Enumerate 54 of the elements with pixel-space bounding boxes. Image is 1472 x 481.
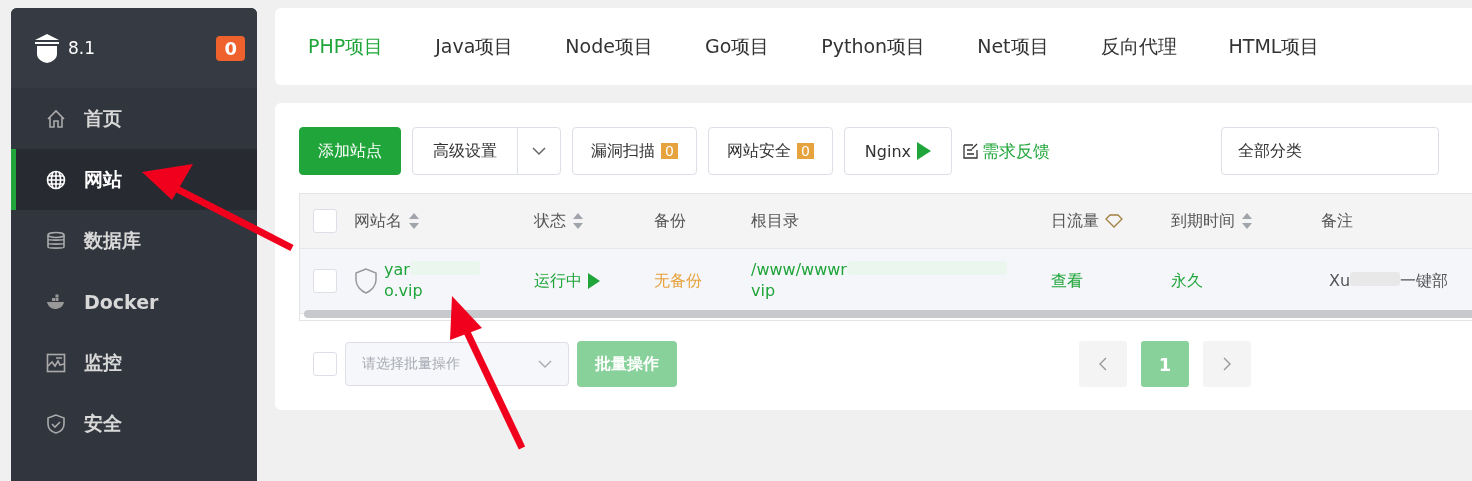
chevron-down-icon (531, 146, 547, 156)
scan-count: 0 (661, 143, 678, 159)
prev-page-button[interactable] (1079, 341, 1127, 387)
sidebar-item[interactable]: 网站 (11, 149, 257, 210)
sidebar-item[interactable]: 安全 (11, 393, 257, 454)
sidebar-item[interactable]: 首页 (11, 88, 257, 149)
site-security-button[interactable]: 网站安全 0 (707, 127, 833, 175)
category-select[interactable]: 全部分类 (1221, 127, 1440, 175)
project-tab[interactable]: Node项目 (565, 33, 653, 60)
server-address: 8.1 (68, 38, 97, 58)
batch-checkbox[interactable] (313, 352, 337, 376)
column-header: 网站名 (354, 210, 402, 232)
play-icon (588, 273, 600, 289)
home-icon (46, 108, 66, 129)
shield-icon (46, 413, 66, 434)
globe-icon (46, 169, 66, 190)
sort-icon[interactable] (572, 212, 584, 230)
waf-shield-icon (354, 268, 378, 294)
chevron-right-icon (1223, 356, 1231, 371)
sidebar-item[interactable]: Docker (11, 271, 257, 332)
advanced-settings-button[interactable]: 高级设置 (413, 128, 518, 174)
column-header: 备注 (1321, 210, 1353, 232)
sidebar-item[interactable]: 监控 (11, 332, 257, 393)
select-all-checkbox[interactable] (313, 209, 337, 233)
sort-icon[interactable] (1241, 212, 1253, 230)
vulnerability-scan-button[interactable]: 漏洞扫描 0 (572, 127, 697, 175)
nginx-button[interactable]: Nginx (843, 127, 953, 175)
security-count: 0 (796, 143, 814, 159)
column-header: 状态 (534, 210, 566, 232)
edit-icon (963, 143, 980, 159)
scrollbar[interactable] (304, 310, 1472, 318)
project-tab[interactable]: Net项目 (977, 33, 1049, 60)
row-checkbox[interactable] (313, 269, 337, 293)
column-header: 备份 (654, 210, 686, 232)
sort-icon[interactable] (408, 212, 420, 230)
sidebar-item[interactable]: 数据库 (11, 210, 257, 271)
column-header: 日流量 (1051, 210, 1099, 232)
database-icon (46, 230, 66, 251)
project-tab[interactable]: Go项目 (704, 33, 770, 60)
project-tab[interactable]: Python项目 (821, 33, 926, 60)
next-page-button[interactable] (1203, 341, 1251, 387)
play-icon (917, 142, 932, 160)
diamond-icon (1105, 214, 1123, 228)
chevron-down-icon (538, 360, 552, 368)
project-tab[interactable]: HTML项目 (1228, 33, 1320, 60)
column-header: 到期时间 (1171, 210, 1235, 232)
advanced-settings-dropdown[interactable]: 高级设置 (412, 127, 561, 175)
remark-text[interactable]: Xu 一键部 (1329, 270, 1449, 292)
project-tab[interactable]: 反向代理 (1100, 33, 1177, 60)
chevron-left-icon (1099, 356, 1107, 371)
column-header: 根目录 (751, 210, 799, 232)
monitor-icon (46, 352, 66, 373)
castle-icon (32, 32, 62, 64)
project-tab[interactable]: Java项目 (435, 33, 514, 60)
